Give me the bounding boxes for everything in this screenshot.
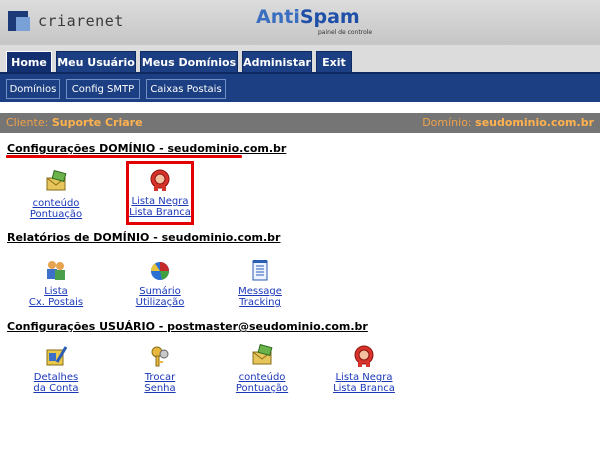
brand-subtitle: painel de controle [318,29,373,36]
brand-spam: Spam [299,6,360,28]
logo-text: criarenet [38,12,124,30]
client-name: Suporte Criare [51,116,143,129]
notepad-icon [252,260,268,281]
header: criarenet AntiSpam painel de controle [0,0,600,44]
key-icon [151,346,169,367]
item-message-tracking[interactable]: Message Tracking [220,258,300,308]
subtab-config-smtp[interactable]: Config SMTP [66,79,140,99]
section-title-config-dominio: Configurações DOMÍNIO - seudominio.com.b… [7,142,287,155]
red-underline-annotation [6,155,242,158]
tab-home[interactable]: Home [6,51,52,73]
item-conteudo-pontuacao[interactable]: conteúdo Pontuação [16,170,96,220]
item-label-line1: Lista Negra [335,372,393,383]
tab-meu-usuario[interactable]: Meu Usuário [56,51,136,73]
domain-name: seudominio.com.br [475,116,594,129]
tab-exit[interactable]: Exit [316,51,352,73]
brand-title: AntiSpam [256,6,360,28]
brand-anti: Anti [256,6,300,28]
logo-mark-icon [8,11,36,31]
item-label-line1: Message [238,286,282,297]
pie-chart-icon [150,262,169,280]
logo: criarenet [8,10,124,32]
section-title-relatorios: Relatórios de DOMÍNIO - seudominio.com.b… [7,231,281,244]
item-label-line1: Lista Negra [131,196,189,207]
subtab-dominios[interactable]: Domínios [6,79,60,99]
item-label-line1: Trocar [144,372,176,383]
item-label-line2: Lista Branca [129,207,191,218]
item-trocar-senha[interactable]: Trocar Senha [120,344,200,394]
client-prefix: Cliente: [6,116,49,129]
item-label-line1: conteúdo [238,372,286,383]
item-label-line2: Tracking [239,297,281,308]
item-label-line1: Sumário [139,286,181,297]
item-label-line2: Utilização [135,297,185,308]
sub-tabs: Domínios Config SMTP Caixas Postais [0,72,600,102]
item-label-line1: Lista [44,286,68,297]
item-label-line2: da Conta [33,383,79,394]
item-sumario-utilizacao[interactable]: Sumário Utilização [120,258,200,308]
domain-info: Domínio: seudominio.com.br [422,116,594,129]
tab-administar[interactable]: Administar [242,51,312,73]
envelope-icon [46,170,67,191]
client-bar: Cliente: Suporte Criare Domínio: seudomi… [0,113,600,133]
section-title-config-usuario: Configurações USUÁRIO - postmaster@seudo… [7,320,368,333]
tab-meus-dominios[interactable]: Meus Domínios [140,51,238,73]
envelope-icon [252,344,273,365]
subtab-caixas-postais[interactable]: Caixas Postais [146,79,226,99]
item-label-line2: Pontuação [29,209,83,220]
client-info: Cliente: Suporte Criare [6,116,143,129]
item-label-line2: Senha [144,383,176,394]
seal-icon [150,169,170,191]
item-lista-cx-postais[interactable]: Lista Cx. Postais [16,258,96,308]
item-detalhes-conta[interactable]: Detalhes da Conta [16,344,96,394]
item-label-line1: Detalhes [33,372,79,383]
item-label-line2: Cx. Postais [28,297,84,308]
item-lista-negra-branca-usuario[interactable]: Lista Negra Lista Branca [324,344,404,394]
item-label-line1: conteúdo [32,198,80,209]
main-tabs: Home Meu Usuário Meus Domínios Administa… [0,44,600,73]
item-lista-negra-branca[interactable]: Lista Negra Lista Branca [120,168,200,218]
domain-prefix: Domínio: [422,116,472,129]
seal-icon [354,345,374,367]
edit-icon [46,346,68,366]
item-label-line2: Pontuação [235,383,289,394]
item-conteudo-pontuacao-usuario[interactable]: conteúdo Pontuação [222,344,302,394]
users-icon [47,261,65,280]
item-label-line2: Lista Branca [333,383,395,394]
